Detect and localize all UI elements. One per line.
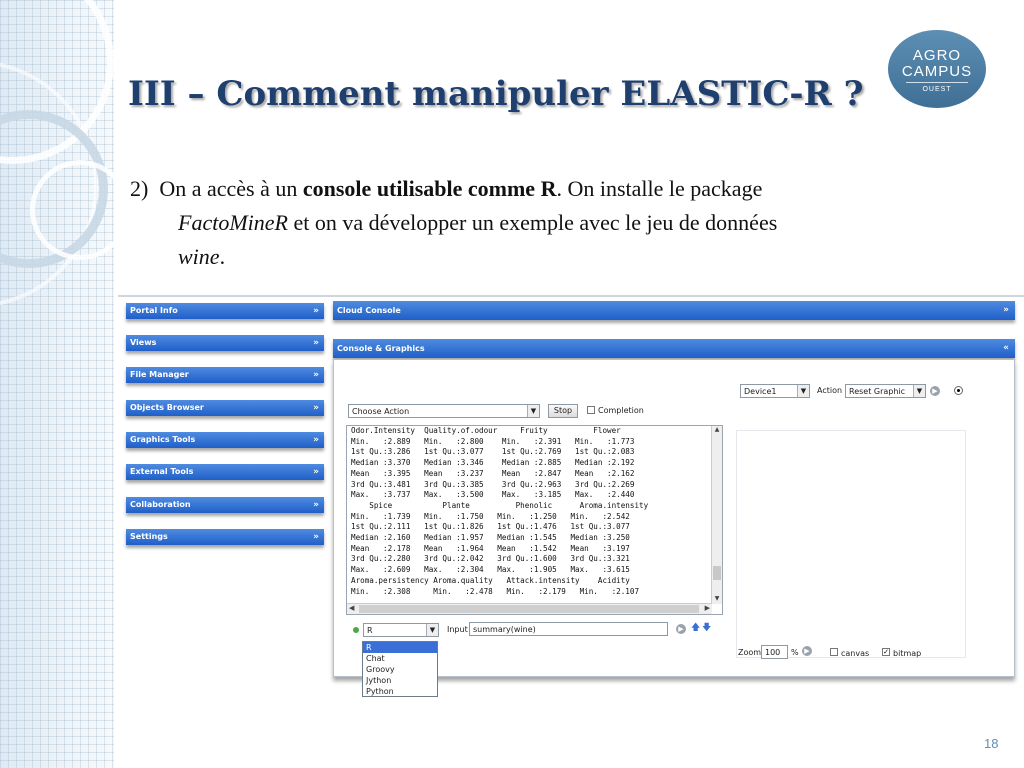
action-label: Action <box>817 386 843 395</box>
scroll-right-icon: ▶ <box>704 604 710 612</box>
sidebar-item-objects-browser[interactable]: Objects Browser» <box>126 400 324 416</box>
zoom-input[interactable]: 100 <box>761 645 788 659</box>
status-dot <box>353 627 359 633</box>
console-graphics-panel: Device1 ▼ Action Reset Graphic ▼ ▶ Choose … <box>333 359 1015 677</box>
vertical-scrollbar[interactable]: ▲ ▼ <box>711 426 722 604</box>
chevron-down-icon: » <box>313 467 319 477</box>
console-graphics-header[interactable]: Console & Graphics « <box>333 339 1015 358</box>
choose-action-select[interactable]: Choose Action ▼ <box>348 404 540 418</box>
stop-button[interactable]: Stop <box>548 404 578 418</box>
input-field[interactable]: summary(wine) <box>469 622 668 636</box>
language-option-groovy[interactable]: Groovy <box>363 664 437 675</box>
slide-number: 18 <box>984 736 999 751</box>
chevron-down-icon: » <box>1003 305 1009 315</box>
zoom-unit: % <box>791 648 799 657</box>
action-select[interactable]: Reset Graphic ▼ <box>845 384 926 398</box>
bitmap-label: bitmap <box>893 649 922 658</box>
completion-label: Completion <box>598 406 644 415</box>
canvas-checkbox[interactable] <box>830 648 838 656</box>
run-action-icon[interactable]: ▶ <box>930 386 940 396</box>
sidebar-item-settings[interactable]: Settings» <box>126 529 324 545</box>
console-output[interactable]: Odor.Intensity Quality.of.odour Fruity F… <box>346 425 723 615</box>
chevron-down-icon: » <box>313 370 319 380</box>
input-label: Input <box>447 625 468 634</box>
zoom-label: Zoom <box>738 648 762 657</box>
decorative-strip <box>0 0 114 768</box>
graphics-canvas[interactable] <box>736 430 966 658</box>
chevron-down-icon: » <box>313 403 319 413</box>
device-select[interactable]: Device1 ▼ <box>740 384 810 398</box>
language-option-r[interactable]: R <box>363 642 437 653</box>
elastic-r-screenshot: Portal Info» Views» File Manager» Object… <box>118 295 1024 695</box>
chevron-down-icon: » <box>313 435 319 445</box>
history-down-icon[interactable]: 🡇 <box>702 623 711 633</box>
scroll-left-icon: ◀ <box>349 604 355 612</box>
language-dropdown-list[interactable]: R Chat Groovy Jython Python <box>362 641 438 697</box>
bitmap-checkbox[interactable]: ✓ <box>882 648 890 656</box>
scroll-up-icon: ▲ <box>714 426 720 433</box>
chevron-down-icon: » <box>313 306 319 316</box>
scroll-down-icon: ▼ <box>714 595 720 602</box>
device-radio[interactable] <box>954 386 963 395</box>
horizontal-scrollbar[interactable]: ◀ ▶ <box>347 603 712 614</box>
chevron-down-icon: ▼ <box>527 405 539 417</box>
console-text: Odor.Intensity Quality.of.odour Fruity F… <box>351 426 649 596</box>
chevron-down-icon: ▼ <box>426 624 438 636</box>
chevron-down-icon: ▼ <box>913 385 925 397</box>
chevron-down-icon: » <box>313 500 319 510</box>
language-option-jython[interactable]: Jython <box>363 675 437 686</box>
canvas-label: canvas <box>841 649 870 658</box>
chevron-down-icon: ▼ <box>797 385 809 397</box>
cloud-console-header[interactable]: Cloud Console» <box>333 301 1015 320</box>
language-select[interactable]: R ▼ <box>363 623 439 637</box>
chevron-down-icon: » <box>313 338 319 348</box>
sidebar-item-portal-info[interactable]: Portal Info» <box>126 303 324 319</box>
slide-paragraph: 2) On a accès à un console utilisable co… <box>130 176 778 269</box>
sidebar-item-file-manager[interactable]: File Manager» <box>126 367 324 383</box>
chevron-down-icon: » <box>313 532 319 542</box>
sidebar-item-graphics-tools[interactable]: Graphics Tools» <box>126 432 324 448</box>
language-option-chat[interactable]: Chat <box>363 653 437 664</box>
chevron-up-icon: « <box>1003 343 1009 353</box>
sidebar-item-views[interactable]: Views» <box>126 335 324 351</box>
slide-title: III – Comment manipuler ELASTIC-R ? <box>128 74 864 114</box>
run-icon[interactable]: ▶ <box>676 624 686 634</box>
history-up-icon[interactable]: 🡅 <box>691 623 700 633</box>
language-option-python[interactable]: Python <box>363 686 437 697</box>
agrocampus-logo: AGRO CAMPUS OUEST <box>888 30 986 108</box>
sidebar-item-collaboration[interactable]: Collaboration» <box>126 497 324 513</box>
completion-checkbox[interactable] <box>587 406 595 414</box>
zoom-apply-icon[interactable]: ▶ <box>802 646 812 656</box>
sidebar-item-external-tools[interactable]: External Tools» <box>126 464 324 480</box>
